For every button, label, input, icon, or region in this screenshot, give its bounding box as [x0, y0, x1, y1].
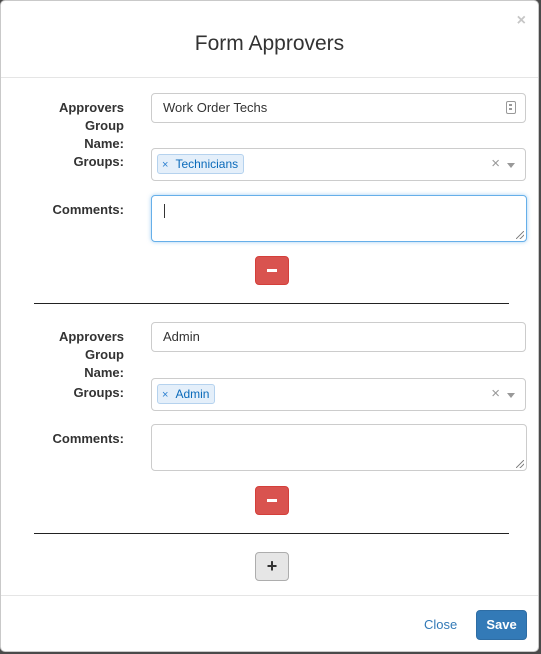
- modal-footer: Close Save: [1, 595, 538, 653]
- section-divider: [34, 533, 509, 534]
- comments-textarea[interactable]: [151, 195, 527, 242]
- contacts-icon: [506, 101, 516, 114]
- clear-selection-icon[interactable]: ×: [491, 386, 500, 402]
- remove-group-button[interactable]: [255, 486, 289, 515]
- label-line-2: Name:: [84, 365, 124, 380]
- selected-tag: × Technicians: [157, 154, 245, 174]
- comments-textarea[interactable]: [151, 424, 527, 471]
- label-line-1: Approvers Group: [58, 329, 124, 362]
- tag-label: Admin: [175, 387, 210, 401]
- minus-icon: [267, 499, 277, 502]
- groups-multiselect[interactable]: × Admin ×: [151, 378, 526, 411]
- tag-remove-icon[interactable]: ×: [162, 389, 168, 401]
- modal-header: Form Approvers ×: [1, 1, 538, 78]
- resize-grip-icon[interactable]: [516, 460, 524, 468]
- approvers-group-name-input[interactable]: Admin: [151, 322, 526, 352]
- save-button[interactable]: Save: [476, 610, 527, 640]
- clear-selection-icon[interactable]: ×: [491, 156, 500, 172]
- tag-remove-icon[interactable]: ×: [162, 159, 168, 171]
- input-value: Admin: [163, 329, 200, 344]
- remove-group-button[interactable]: [255, 256, 289, 285]
- minus-icon: [267, 269, 277, 272]
- input-value: Work Order Techs: [163, 100, 268, 115]
- groups-multiselect[interactable]: × Technicians ×: [151, 148, 526, 181]
- plus-icon: +: [266, 556, 278, 576]
- close-icon[interactable]: ×: [517, 13, 526, 29]
- comments-label: Comments:: [52, 431, 124, 446]
- groups-label: Groups:: [73, 154, 124, 169]
- close-button[interactable]: Close: [414, 611, 467, 639]
- section-divider: [34, 303, 509, 304]
- text-cursor: [164, 204, 165, 218]
- approvers-group-name-input[interactable]: Work Order Techs: [151, 93, 526, 123]
- selected-tag: × Admin: [157, 384, 216, 404]
- modal-title: Form Approvers: [194, 32, 345, 55]
- add-group-button[interactable]: +: [255, 552, 289, 581]
- approvers-group-name-label: Approvers Group Name:: [21, 328, 124, 382]
- groups-label: Groups:: [73, 385, 124, 400]
- comments-label: Comments:: [52, 202, 124, 217]
- resize-grip-icon[interactable]: [516, 231, 524, 239]
- form-approvers-modal: Form Approvers × Approvers Group Name: W…: [0, 0, 539, 652]
- label-line-2: Name:: [84, 136, 124, 151]
- chevron-down-icon[interactable]: [507, 393, 515, 398]
- label-line-1: Approvers Group: [58, 100, 124, 133]
- approvers-group-name-label: Approvers Group Name:: [21, 99, 124, 153]
- tag-label: Technicians: [175, 157, 239, 171]
- chevron-down-icon[interactable]: [507, 163, 515, 168]
